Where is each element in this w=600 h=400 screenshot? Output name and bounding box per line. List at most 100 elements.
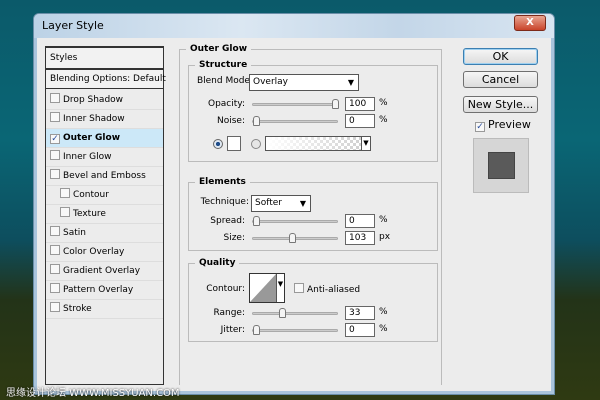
opacity-slider-thumb[interactable] xyxy=(332,99,339,109)
preview-swatch xyxy=(488,152,515,179)
checkbox-icon: ✓ xyxy=(475,122,485,132)
checkbox-icon[interactable] xyxy=(50,245,60,255)
elements-group: Elements Technique: Softer ▼ Spread: 0 % … xyxy=(188,177,438,251)
ok-button[interactable]: OK xyxy=(463,48,538,65)
style-item-label: Drop Shadow xyxy=(63,95,124,105)
style-item-color-overlay[interactable]: Color Overlay xyxy=(46,243,163,262)
technique-label: Technique: xyxy=(200,197,249,207)
noise-label: Noise: xyxy=(217,116,245,126)
structure-title: Structure xyxy=(195,60,252,70)
range-input[interactable]: 33 xyxy=(345,306,375,320)
technique-select[interactable]: Softer ▼ xyxy=(251,195,311,212)
new-style-button[interactable]: New Style... xyxy=(463,96,538,113)
noise-input[interactable]: 0 xyxy=(345,114,375,128)
style-item-label: Bevel and Emboss xyxy=(63,171,146,181)
size-input[interactable]: 103 xyxy=(345,231,375,245)
contour-label: Contour: xyxy=(206,284,245,294)
style-item-gradient-overlay[interactable]: Gradient Overlay xyxy=(46,262,163,281)
style-item-label: Contour xyxy=(73,190,109,200)
chevron-down-icon: ▼ xyxy=(347,78,354,87)
spread-input[interactable]: 0 xyxy=(345,214,375,228)
checkbox-icon[interactable] xyxy=(50,112,60,122)
jitter-unit: % xyxy=(379,324,388,334)
gradient-picker[interactable]: ▼ xyxy=(265,136,371,151)
style-item-label: Color Overlay xyxy=(63,247,125,257)
chevron-down-icon[interactable]: ▼ xyxy=(361,137,370,150)
noise-slider-thumb[interactable] xyxy=(253,116,260,126)
checkbox-icon[interactable] xyxy=(50,264,60,274)
style-item-label: Stroke xyxy=(63,304,92,314)
jitter-slider-thumb[interactable] xyxy=(253,325,260,335)
style-item-bevel-and-emboss[interactable]: Bevel and Emboss xyxy=(46,167,163,186)
style-item-label: Gradient Overlay xyxy=(63,266,141,276)
checkbox-icon[interactable] xyxy=(50,302,60,312)
style-item-label: Inner Shadow xyxy=(63,114,125,124)
structure-group: Structure Blend Mode: Overlay ▼ Opacity: … xyxy=(188,60,438,162)
outer-glow-group: Outer Glow Structure Blend Mode: Overlay… xyxy=(179,44,442,385)
checkbox-icon[interactable] xyxy=(50,226,60,236)
technique-value: Softer xyxy=(255,198,282,208)
blend-mode-select[interactable]: Overlay ▼ xyxy=(249,74,359,91)
style-item-satin[interactable]: Satin xyxy=(46,224,163,243)
checkbox-icon[interactable] xyxy=(50,93,60,103)
size-label: Size: xyxy=(223,233,245,243)
checkbox-icon[interactable] xyxy=(50,283,60,293)
checkbox-icon[interactable] xyxy=(50,150,60,160)
style-item-inner-shadow[interactable]: Inner Shadow xyxy=(46,110,163,129)
anti-aliased-checkbox[interactable]: Anti-aliased xyxy=(294,283,360,295)
cancel-button[interactable]: Cancel xyxy=(463,71,538,88)
jitter-label: Jitter: xyxy=(220,325,245,335)
style-preview xyxy=(473,138,529,193)
size-slider[interactable] xyxy=(252,233,338,243)
quality-title: Quality xyxy=(195,258,240,268)
jitter-slider[interactable] xyxy=(252,325,338,335)
glow-color-swatch[interactable] xyxy=(227,136,241,151)
checkbox-icon[interactable] xyxy=(60,188,70,198)
close-button[interactable]: X xyxy=(514,15,546,31)
style-item-pattern-overlay[interactable]: Pattern Overlay xyxy=(46,281,163,300)
opacity-slider[interactable] xyxy=(252,99,339,109)
checkbox-icon[interactable] xyxy=(60,207,70,217)
range-label: Range: xyxy=(213,308,245,318)
preview-label: Preview xyxy=(488,118,531,131)
style-item-inner-glow[interactable]: Inner Glow xyxy=(46,148,163,167)
style-item-texture[interactable]: Texture xyxy=(46,205,163,224)
title-bar[interactable]: Layer Style X xyxy=(34,14,554,38)
styles-list: Styles Blending Options: Default Drop Sh… xyxy=(45,46,166,385)
style-item-label: Inner Glow xyxy=(63,152,112,162)
spread-slider[interactable] xyxy=(252,216,338,226)
noise-unit: % xyxy=(379,115,388,125)
range-slider-thumb[interactable] xyxy=(279,308,287,318)
blend-mode-label: Blend Mode: xyxy=(196,76,253,86)
style-item-outer-glow[interactable]: ✓ Outer Glow xyxy=(46,129,163,148)
size-slider-thumb[interactable] xyxy=(289,233,296,243)
preview-checkbox[interactable]: ✓ Preview xyxy=(475,118,531,132)
watermark: 思缘设计论坛 WWW.MISSYUAN.COM xyxy=(6,388,180,399)
spread-slider-thumb[interactable] xyxy=(253,216,260,226)
blending-options-item[interactable]: Blending Options: Default xyxy=(45,69,166,89)
solid-color-radio[interactable] xyxy=(213,139,223,149)
chevron-down-icon[interactable]: ▼ xyxy=(276,274,284,302)
checkbox-icon[interactable]: ✓ xyxy=(50,134,60,144)
jitter-input[interactable]: 0 xyxy=(345,323,375,337)
spread-label: Spread: xyxy=(210,216,245,226)
range-slider[interactable] xyxy=(252,308,338,318)
quality-group: Quality Contour: ▼ Anti-aliased Range: 3… xyxy=(188,258,438,342)
size-unit: px xyxy=(379,232,391,242)
elements-title: Elements xyxy=(195,177,250,187)
contour-picker[interactable]: ▼ xyxy=(249,273,285,303)
style-item-stroke[interactable]: Stroke xyxy=(46,300,163,319)
styles-header[interactable]: Styles xyxy=(45,47,164,69)
opacity-unit: % xyxy=(379,98,388,108)
dialog-title: Layer Style xyxy=(42,19,104,32)
checkbox-icon xyxy=(294,283,304,293)
gradient-radio[interactable] xyxy=(251,139,261,149)
opacity-input[interactable]: 100 xyxy=(345,97,375,111)
style-item-label: Texture xyxy=(73,209,106,219)
blend-mode-value: Overlay xyxy=(253,77,288,87)
style-item-drop-shadow[interactable]: Drop Shadow xyxy=(46,91,163,110)
style-item-contour[interactable]: Contour xyxy=(46,186,163,205)
noise-slider[interactable] xyxy=(252,116,338,126)
style-item-label: Outer Glow xyxy=(63,133,121,143)
checkbox-icon[interactable] xyxy=(50,169,60,179)
